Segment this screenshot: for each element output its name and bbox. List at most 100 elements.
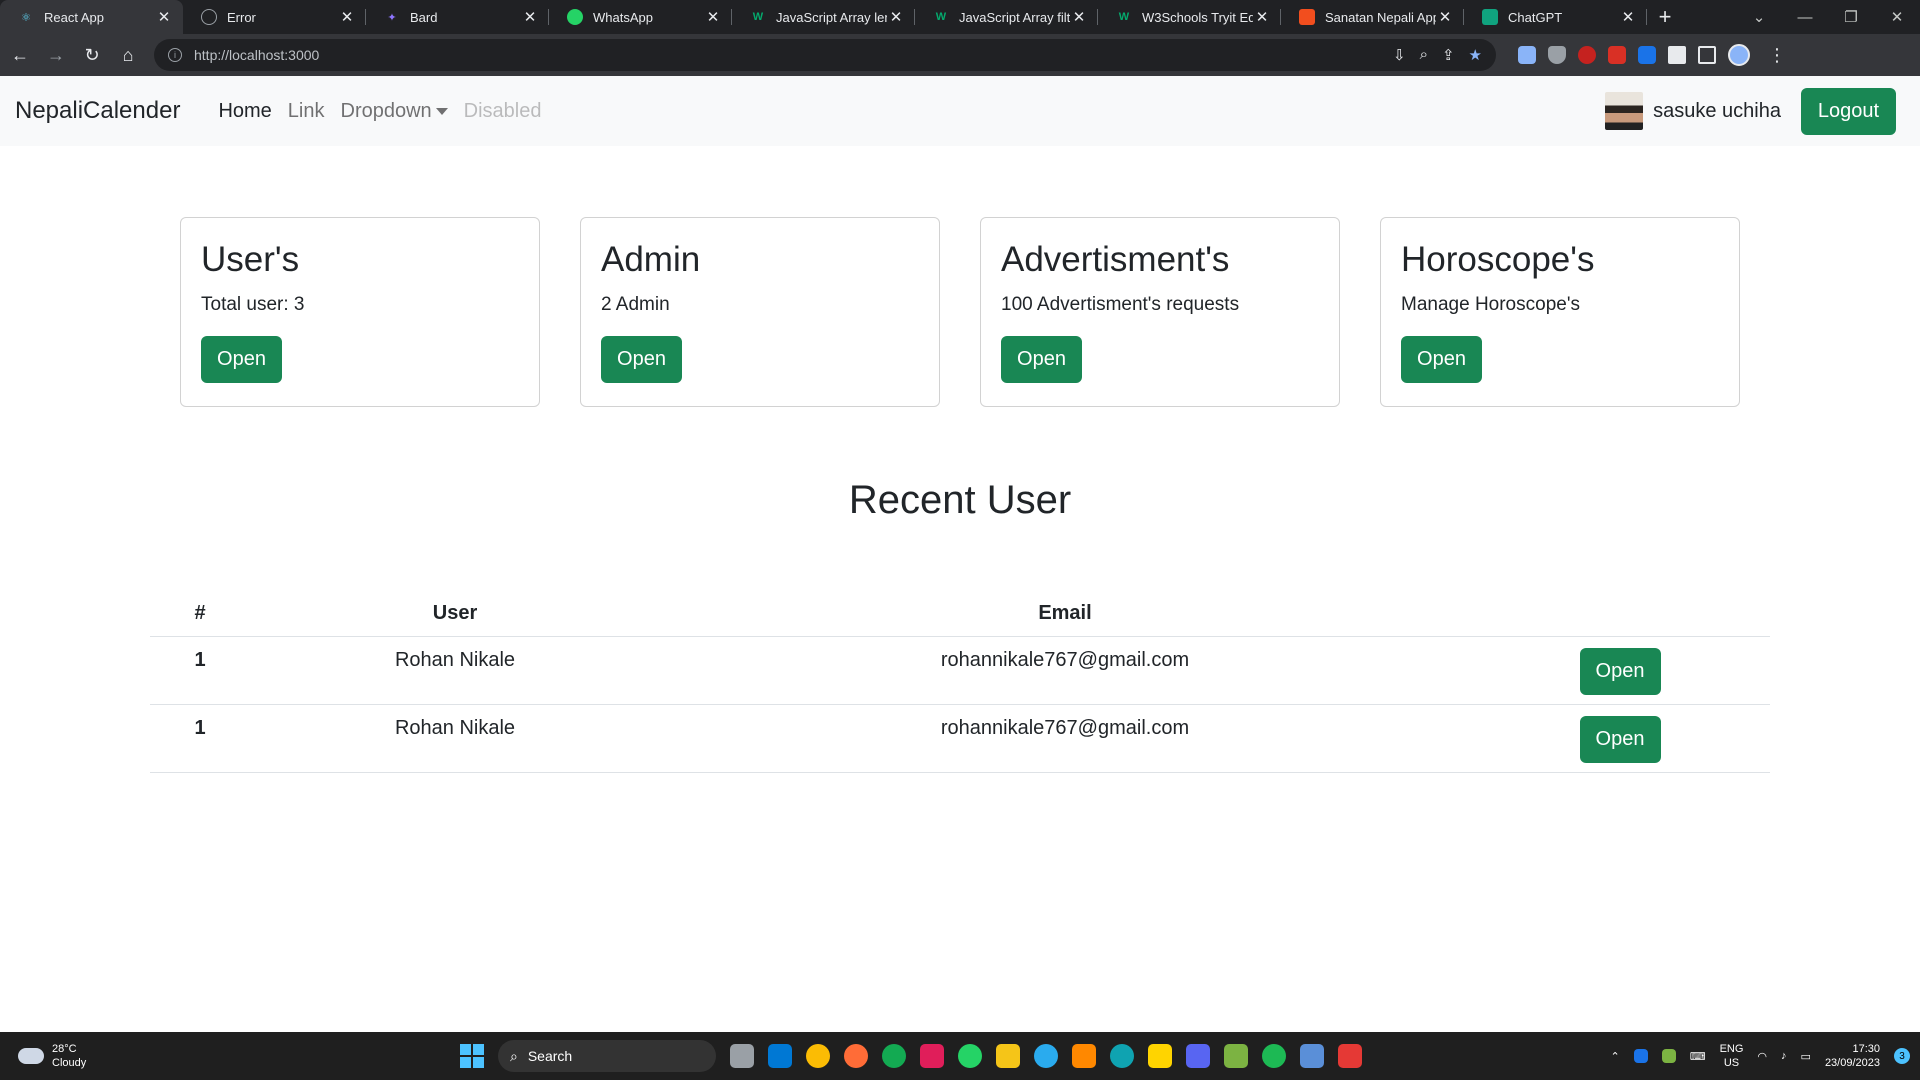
browser-tab[interactable]: W W3Schools Tryit Editor ✕ [1098, 0, 1281, 34]
close-icon[interactable]: ✕ [887, 8, 905, 26]
browser-tab[interactable]: ⚛ React App ✕ [0, 0, 183, 34]
browser-tab[interactable]: ChatGPT ✕ [1464, 0, 1647, 34]
browser-tab[interactable]: Sanatan Nepali App - ✕ [1281, 0, 1464, 34]
close-window-button[interactable]: ✕ [1874, 8, 1920, 26]
back-button[interactable]: ← [4, 39, 36, 71]
extension-icon[interactable] [1578, 46, 1596, 64]
new-tab-button[interactable]: + [1647, 0, 1683, 34]
wifi-icon[interactable]: ◠ [1757, 1050, 1767, 1063]
close-icon[interactable]: ✕ [338, 8, 356, 26]
discord-icon[interactable] [1186, 1044, 1210, 1068]
chevron-up-icon[interactable]: ⌃ [1610, 1050, 1619, 1063]
chrome-icon[interactable] [806, 1044, 830, 1068]
bard-icon: ✦ [387, 11, 397, 24]
whatsapp-icon[interactable] [958, 1044, 982, 1068]
edge-icon[interactable] [1110, 1044, 1134, 1068]
extension-icon[interactable] [1638, 46, 1656, 64]
weather-widget[interactable]: 28°C Cloudy [18, 1042, 86, 1070]
logout-button[interactable]: Logout [1801, 87, 1896, 135]
close-icon[interactable]: ✕ [521, 8, 539, 26]
close-icon[interactable]: ✕ [155, 8, 173, 26]
address-bar[interactable]: i http://localhost:3000 ⇩ ⌕ ⇪ ★ [154, 39, 1496, 71]
open-users-button[interactable]: Open [201, 336, 282, 383]
install-app-icon[interactable]: ⇩ [1393, 46, 1406, 64]
bluestacks-icon[interactable] [1224, 1044, 1248, 1068]
file-explorer-icon[interactable] [996, 1044, 1020, 1068]
restore-button[interactable]: ❐ [1828, 8, 1874, 26]
browser-tab[interactable]: W JavaScript Array length ✕ [732, 0, 915, 34]
open-horoscopes-button[interactable]: Open [1401, 336, 1482, 383]
tray-app-icon[interactable] [1661, 1049, 1676, 1063]
browser-tab[interactable]: Error ✕ [183, 0, 366, 34]
vscode-icon[interactable] [768, 1044, 792, 1068]
close-icon[interactable]: ✕ [1436, 8, 1454, 26]
tab-title: JavaScript Array length [776, 9, 887, 25]
open-admin-button[interactable]: Open [601, 336, 682, 383]
open-advertisments-button[interactable]: Open [1001, 336, 1082, 383]
extension-icon[interactable] [1608, 46, 1626, 64]
site-info-icon[interactable]: i [168, 48, 182, 62]
open-user-button[interactable]: Open [1579, 715, 1661, 763]
telegram-icon[interactable] [1034, 1044, 1058, 1068]
user-name: sasuke uchiha [1653, 99, 1781, 122]
sticky-notes-icon[interactable] [1148, 1044, 1172, 1068]
navbar-brand[interactable]: NepaliCalender [15, 97, 180, 125]
browser-tab[interactable]: W JavaScript Array filter() ✕ [915, 0, 1098, 34]
browser-tab[interactable]: ✦ Bard ✕ [366, 0, 549, 34]
row-email: rohannikale767@gmail.com [660, 636, 1470, 705]
tab-search-icon[interactable]: ⌄ [1736, 8, 1782, 26]
close-icon[interactable]: ✕ [704, 8, 722, 26]
security-icon[interactable] [1633, 1049, 1648, 1063]
battery-icon[interactable]: ▭ [1801, 1050, 1811, 1063]
nav-link-link[interactable]: Link [280, 100, 333, 123]
clock-date: 23/09/2023 [1824, 1057, 1880, 1069]
side-panel-icon[interactable] [1698, 46, 1716, 64]
keyboard-icon[interactable]: ⌨ [1690, 1050, 1706, 1063]
nav-dropdown[interactable]: Dropdown [333, 100, 456, 123]
row-index: 1 [150, 636, 250, 705]
windows-start-icon[interactable] [460, 1044, 484, 1068]
close-icon[interactable]: ✕ [1070, 8, 1088, 26]
url-text[interactable]: http://localhost:3000 [194, 47, 1393, 63]
tab-title: JavaScript Array filter() [959, 9, 1070, 25]
taskbar-search[interactable]: ⌕ Search [498, 1040, 716, 1072]
vlc-icon[interactable] [1072, 1044, 1096, 1068]
reload-button[interactable]: ↻ [76, 39, 108, 71]
snipping-tool-icon[interactable] [1338, 1044, 1362, 1068]
postman-icon[interactable] [844, 1044, 868, 1068]
spotify-icon[interactable] [1262, 1044, 1286, 1068]
extensions-area: ⋮ [1518, 44, 1786, 66]
profile-avatar[interactable] [1728, 44, 1750, 66]
forward-button[interactable]: → [40, 39, 72, 71]
row-action-cell: Open [1470, 636, 1770, 705]
home-button[interactable]: ⌂ [112, 39, 144, 71]
language-indicator[interactable]: ENG US [1720, 1042, 1744, 1070]
notification-badge[interactable]: 3 [1894, 1048, 1910, 1064]
zoom-icon[interactable]: ⌕ [1420, 46, 1428, 64]
browser-tab[interactable]: WhatsApp ✕ [549, 0, 732, 34]
slack-icon[interactable] [920, 1044, 944, 1068]
puzzle-icon[interactable] [1668, 46, 1686, 64]
system-tray: ⌃ ⌨ ENG US ◠ ♪ ▭ 17:30 23/09/2023 3 [1610, 1032, 1910, 1080]
menu-icon[interactable]: ⋮ [1768, 45, 1786, 66]
tab-title: React App [44, 9, 104, 25]
mongodb-icon[interactable] [882, 1044, 906, 1068]
column-header-index: # [150, 592, 250, 637]
close-icon[interactable]: ✕ [1253, 8, 1271, 26]
share-icon[interactable]: ⇪ [1442, 46, 1455, 64]
volume-icon[interactable]: ♪ [1781, 1050, 1787, 1062]
bookmark-star-icon[interactable]: ★ [1469, 46, 1482, 64]
extension-icon[interactable] [1518, 46, 1536, 64]
virtualbox-icon[interactable] [1300, 1044, 1324, 1068]
open-user-button[interactable]: Open [1579, 647, 1661, 695]
shield-icon[interactable] [1548, 46, 1566, 64]
card-horoscopes: Horoscope's Manage Horoscope's Open [1380, 217, 1740, 407]
close-icon[interactable]: ✕ [1619, 8, 1637, 26]
clock[interactable]: 17:30 23/09/2023 [1825, 1042, 1880, 1070]
search-label: Search [527, 1048, 573, 1064]
task-view-icon[interactable] [730, 1044, 754, 1068]
minimize-button[interactable]: — [1782, 9, 1828, 26]
nav-link-home[interactable]: Home [210, 100, 279, 123]
row-index: 1 [150, 704, 250, 773]
window-controls: ⌄ — ❐ ✕ [1736, 0, 1920, 34]
